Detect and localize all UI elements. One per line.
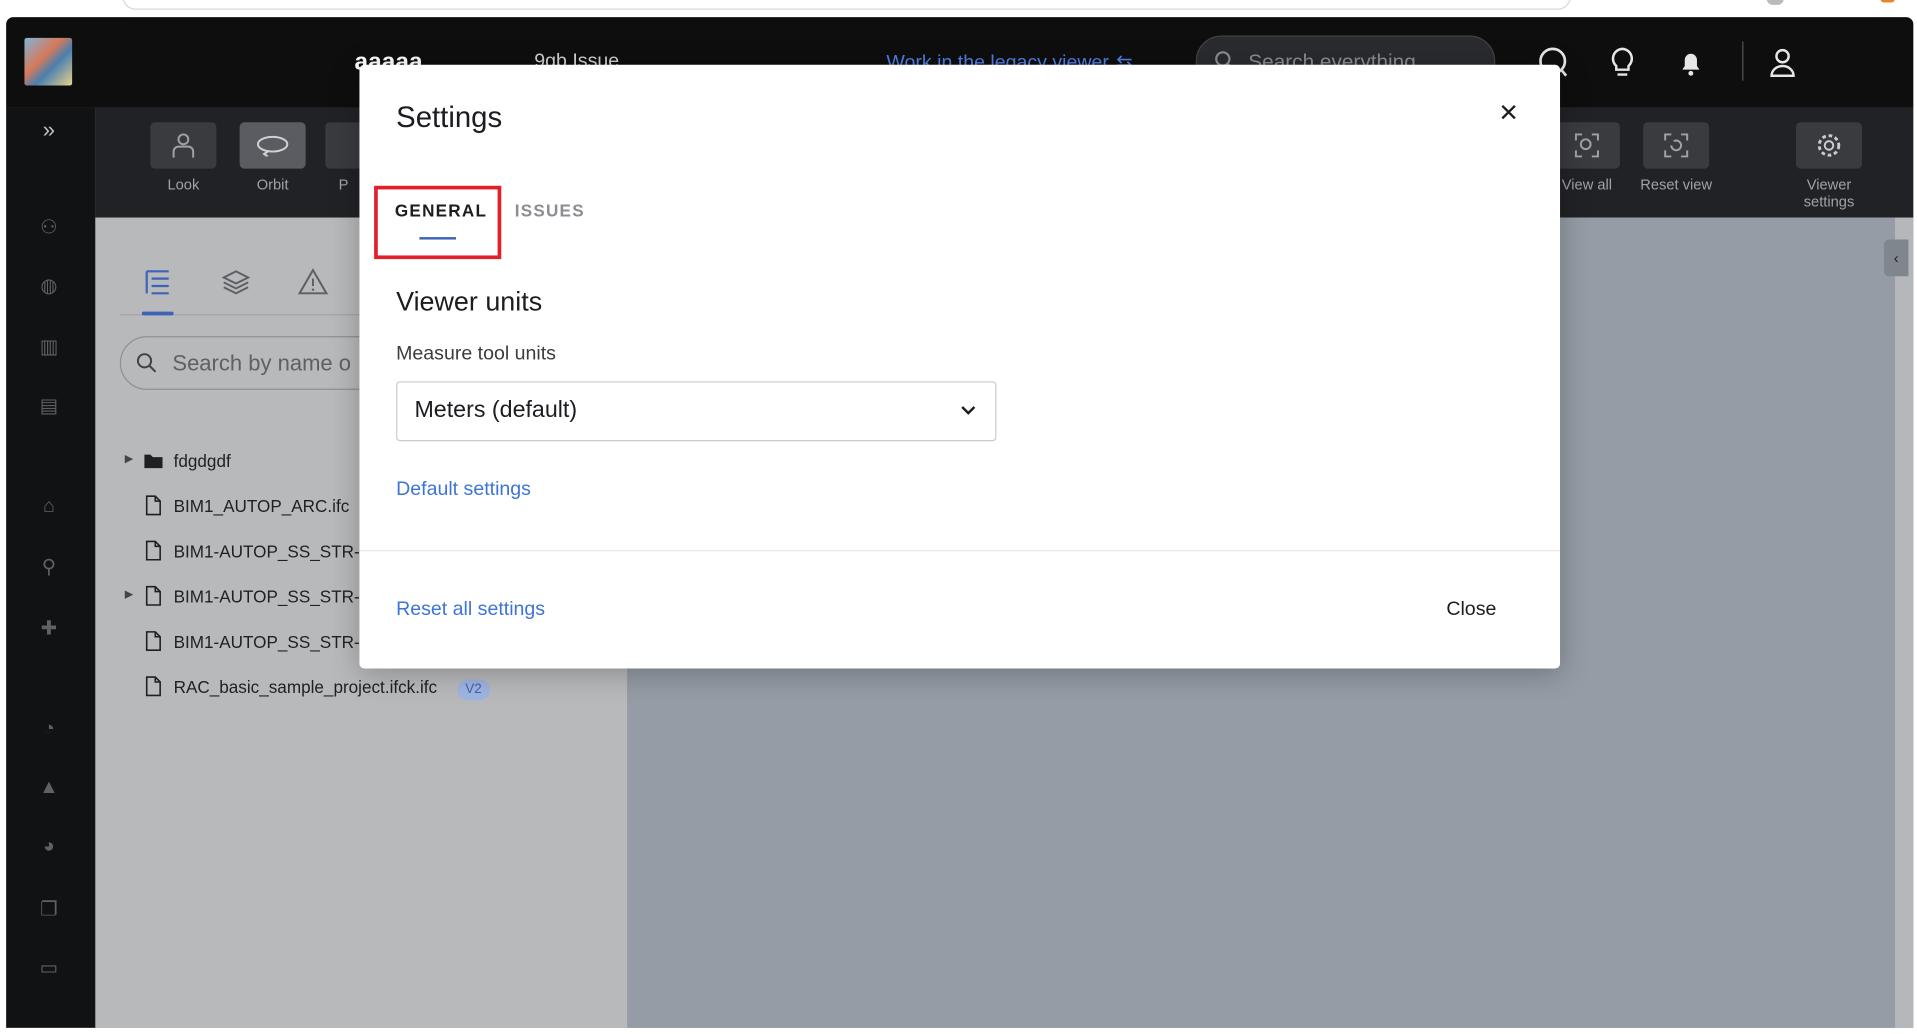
file-icon [145, 495, 161, 516]
measure-units-label: Measure tool units [396, 343, 556, 365]
file-icon [145, 540, 161, 561]
team-icon[interactable]: ⚇ [37, 215, 61, 239]
folder-icon [144, 454, 163, 469]
tree-item-label: BIM1-AUTOP_SS_STR-I [173, 631, 365, 652]
bell-icon[interactable] [1673, 44, 1710, 81]
browser-url-bar[interactable] [122, 0, 1572, 10]
file-icon [145, 631, 161, 652]
orbit-icon [239, 122, 306, 169]
tab-issues[interactable]: ISSUES [515, 200, 585, 220]
tree-item-file[interactable]: RAC_basic_sample_project.ifck.ifc V2 [120, 673, 609, 702]
default-settings-link[interactable]: Default settings [396, 479, 531, 501]
tree-item-label: BIM1-AUTOP_SS_STR-I [173, 541, 365, 561]
person-icon[interactable]: ⚲ [37, 555, 61, 579]
collapse-panel-chevron-icon[interactable]: ‹ [1884, 239, 1909, 277]
expand-caret-icon[interactable]: ▶ [125, 452, 133, 465]
copy-icon[interactable]: ❐ [37, 897, 61, 921]
tree-item-label: RAC_basic_sample_project.ifck.ifc V2 [173, 677, 491, 701]
home-icon[interactable]: ⌂ [37, 496, 61, 520]
panel-search-placeholder: Search by name o [172, 350, 352, 376]
header-separator [1742, 41, 1744, 81]
chart-icon[interactable]: ▥ [37, 335, 61, 359]
view-all-icon [1553, 122, 1620, 169]
pan-tool-button[interactable]: P [325, 122, 362, 193]
file-icon [145, 585, 161, 606]
tree-icon[interactable] [142, 266, 174, 298]
app-logo[interactable] [24, 37, 73, 86]
screen: aaaaa 9gb Issue Work in the legacy viewe… [0, 0, 1917, 1034]
expand-caret-icon[interactable]: ▶ [125, 588, 133, 601]
globe-icon[interactable]: ◍ [37, 274, 61, 298]
measure-units-value: Meters (default) [414, 397, 578, 423]
tree-item-label: fdgdgdf [173, 450, 231, 471]
section-title: Viewer units [396, 285, 543, 317]
close-button[interactable]: Close [1446, 599, 1496, 621]
user-icon[interactable] [1764, 44, 1801, 81]
highlight-annotation [374, 185, 502, 260]
tree-item-label: BIM1-AUTOP_SS_STR-I [173, 586, 365, 607]
measure-units-select[interactable]: Meters (default) [396, 381, 997, 442]
panel-tab-indicator [141, 311, 174, 316]
search-icon [136, 353, 157, 373]
view-all-button[interactable]: View all [1550, 122, 1623, 193]
close-icon[interactable]: ✕ [1494, 99, 1523, 128]
version-badge: V2 [456, 679, 491, 701]
reset-all-settings-link[interactable]: Reset all settings [396, 599, 545, 621]
file-icon [145, 676, 161, 697]
pan-icon [325, 122, 362, 169]
browser-extension-icon[interactable] [1880, 0, 1896, 3]
settings-dialog: Settings ✕ GENERAL ISSUES Viewer units M… [359, 64, 1561, 669]
viewer-settings-label: Viewer settings [1803, 175, 1855, 211]
dialog-divider [359, 549, 1561, 552]
tree-item-label-text: RAC_basic_sample_project.ifck.ifc [173, 677, 438, 697]
reset-view-icon [1643, 122, 1710, 169]
dashboard-icon[interactable]: ◔ [37, 719, 61, 743]
reset-view-label: Reset view [1640, 175, 1713, 194]
pan-tool-label: P [338, 175, 349, 194]
layers-icon[interactable] [220, 266, 252, 298]
orbit-tool-button[interactable]: Orbit [236, 122, 309, 193]
document-icon[interactable]: ▤ [37, 394, 61, 418]
reset-view-button[interactable]: Reset view [1640, 122, 1713, 193]
warning-icon[interactable]: ▲ [37, 777, 61, 801]
puzzle-icon[interactable]: ✚ [37, 616, 61, 640]
chevron-down-icon [961, 406, 976, 415]
look-icon [150, 122, 217, 169]
pie-icon[interactable]: ◕ [37, 836, 61, 860]
right-panel-strip [1895, 217, 1914, 1028]
orbit-tool-label: Orbit [256, 175, 289, 194]
browser-bar [0, 0, 1917, 18]
lightbulb-icon[interactable] [1604, 44, 1641, 81]
look-tool-label: Look [167, 175, 200, 194]
view-all-label: View all [1561, 175, 1613, 194]
tree-item-label: BIM1_AUTOP_ARC.ifc [173, 496, 350, 516]
inbox-icon[interactable]: ▭ [37, 956, 61, 980]
dialog-title: Settings [396, 101, 503, 135]
left-nav-rail: » ⚇ ◍ ▥ ▤ ⌂ ⚲ ✚ ◔ ▲ ◕ ❐ ▭ [6, 107, 96, 1028]
expand-nav-icon[interactable]: » [37, 117, 61, 141]
viewer-settings-button[interactable]: Viewer settings [1792, 122, 1865, 210]
browser-profile-icon[interactable] [1766, 0, 1784, 5]
warning-icon[interactable] [297, 266, 329, 298]
gear-icon [1795, 122, 1863, 169]
look-tool-button[interactable]: Look [147, 122, 220, 193]
